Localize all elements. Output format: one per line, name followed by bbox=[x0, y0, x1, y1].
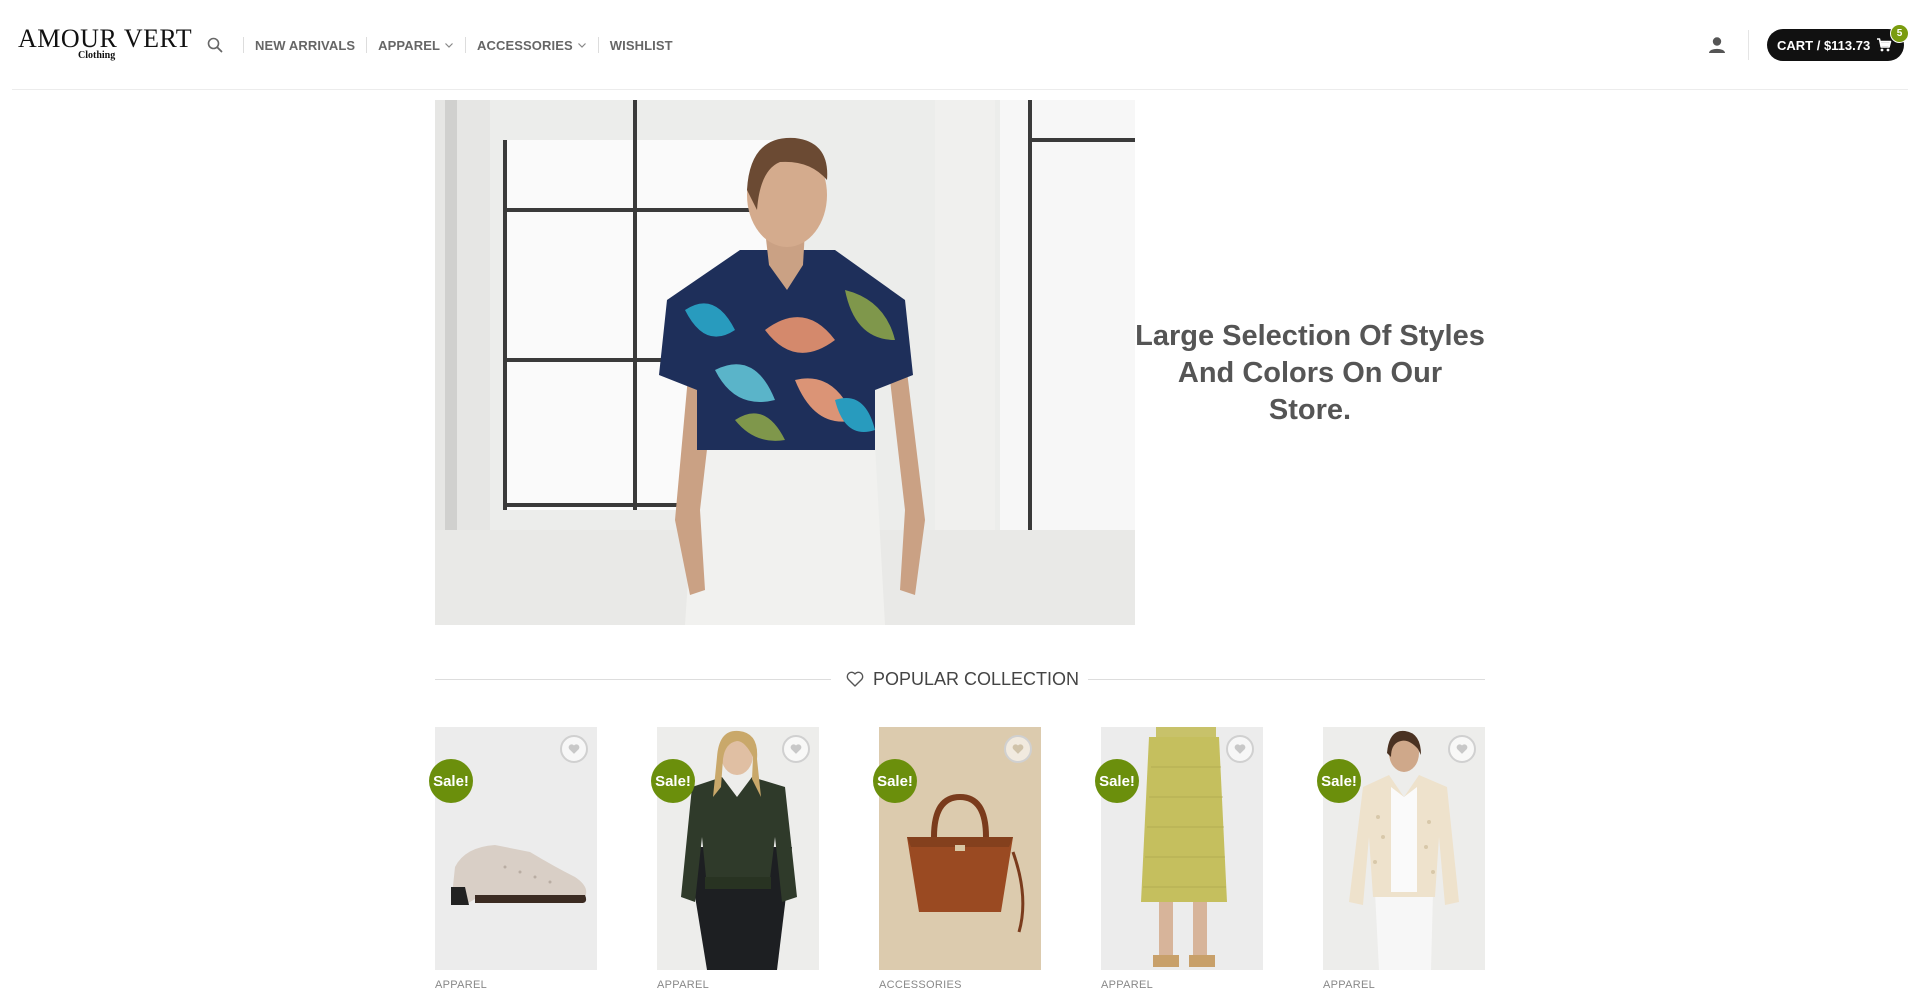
sale-badge: Sale! bbox=[1095, 759, 1139, 803]
main-nav: NEW ARRIVALS APPAREL ACCESSORIES WISHLIS… bbox=[206, 34, 673, 56]
chevron-down-icon bbox=[577, 43, 586, 48]
wishlist-heart-button[interactable] bbox=[782, 735, 810, 763]
product-category[interactable]: ACCESSORIES bbox=[879, 979, 962, 991]
hero-headline-line: Large Selection Of Styles bbox=[1135, 320, 1485, 352]
hero-headline-line: And Colors On Our Store. bbox=[1177, 357, 1443, 426]
nav-divider bbox=[465, 37, 467, 53]
product-card[interactable]: Sale! APPAREL bbox=[651, 727, 819, 993]
nav-item-label: NEW ARRIVALS bbox=[255, 37, 356, 53]
heart-icon bbox=[790, 744, 802, 754]
nav-item-apparel[interactable]: APPAREL bbox=[378, 38, 454, 53]
chevron-down-icon bbox=[445, 43, 453, 48]
nav-item-label: WISHLIST bbox=[609, 37, 673, 53]
sale-badge: Sale! bbox=[651, 759, 695, 803]
product-category[interactable]: APPAREL bbox=[1323, 979, 1375, 991]
logo[interactable]: AMOUR VERT Clothing bbox=[18, 26, 192, 62]
nav-item-wishlist[interactable]: WISHLIST bbox=[610, 38, 673, 53]
heart-icon bbox=[568, 744, 580, 754]
product-category[interactable]: APPAREL bbox=[657, 979, 709, 991]
product-category[interactable]: APPAREL bbox=[435, 979, 487, 991]
logo-subtitle: Clothing bbox=[78, 50, 116, 61]
heart-icon bbox=[1456, 744, 1468, 754]
cart-label: CART / $113.73 bbox=[1777, 37, 1871, 53]
heart-icon bbox=[1234, 744, 1246, 754]
product-card[interactable]: Sale! APPAREL bbox=[1095, 727, 1263, 993]
sale-badge: Sale! bbox=[873, 759, 917, 803]
nav-divider bbox=[243, 37, 244, 53]
product-card[interactable]: Sale! APPAREL bbox=[429, 727, 597, 993]
nav-item-new-arrivals[interactable]: NEW ARRIVALS bbox=[255, 38, 355, 53]
hero-headline: Large Selection Of Styles And Colors On … bbox=[1135, 318, 1485, 429]
section-divider-right bbox=[1088, 679, 1485, 680]
heart-icon bbox=[1012, 744, 1024, 754]
section-title: POPULAR COLLECTION bbox=[845, 666, 1079, 692]
cart-button[interactable]: CART / $113.73 bbox=[1767, 29, 1904, 61]
logo-name: AMOUR VERT bbox=[18, 24, 193, 53]
section-divider-left bbox=[435, 679, 831, 680]
section-title-label: POPULAR COLLECTION bbox=[873, 668, 1080, 689]
wishlist-heart-button[interactable] bbox=[1004, 735, 1032, 763]
wishlist-heart-button[interactable] bbox=[1226, 735, 1254, 763]
user-icon[interactable] bbox=[1706, 34, 1728, 56]
heart-icon bbox=[846, 671, 864, 687]
product-card[interactable]: Sale! APPAREL bbox=[1317, 727, 1485, 993]
header-divider bbox=[1748, 30, 1749, 60]
nav-item-accessories[interactable]: ACCESSORIES bbox=[477, 38, 587, 53]
nav-divider bbox=[597, 37, 599, 53]
cart-icon bbox=[1877, 38, 1892, 52]
nav-item-label: ACCESSORIES bbox=[477, 37, 573, 53]
wishlist-heart-button[interactable] bbox=[1448, 735, 1476, 763]
sale-badge: Sale! bbox=[1317, 759, 1361, 803]
header-divider-line bbox=[12, 89, 1908, 90]
sale-badge: Sale! bbox=[429, 759, 473, 803]
cart-count-badge: 5 bbox=[1890, 24, 1909, 43]
wishlist-heart-button[interactable] bbox=[560, 735, 588, 763]
site-header: AMOUR VERT Clothing NEW ARRIVALS APPAREL… bbox=[0, 0, 1920, 90]
search-icon[interactable] bbox=[206, 36, 224, 54]
product-card[interactable]: Sale! ACCESSORIES bbox=[873, 727, 1041, 993]
nav-divider bbox=[366, 37, 368, 53]
hero-image[interactable] bbox=[435, 100, 1135, 625]
product-category[interactable]: APPAREL bbox=[1101, 979, 1153, 991]
nav-item-label: APPAREL bbox=[378, 37, 441, 53]
